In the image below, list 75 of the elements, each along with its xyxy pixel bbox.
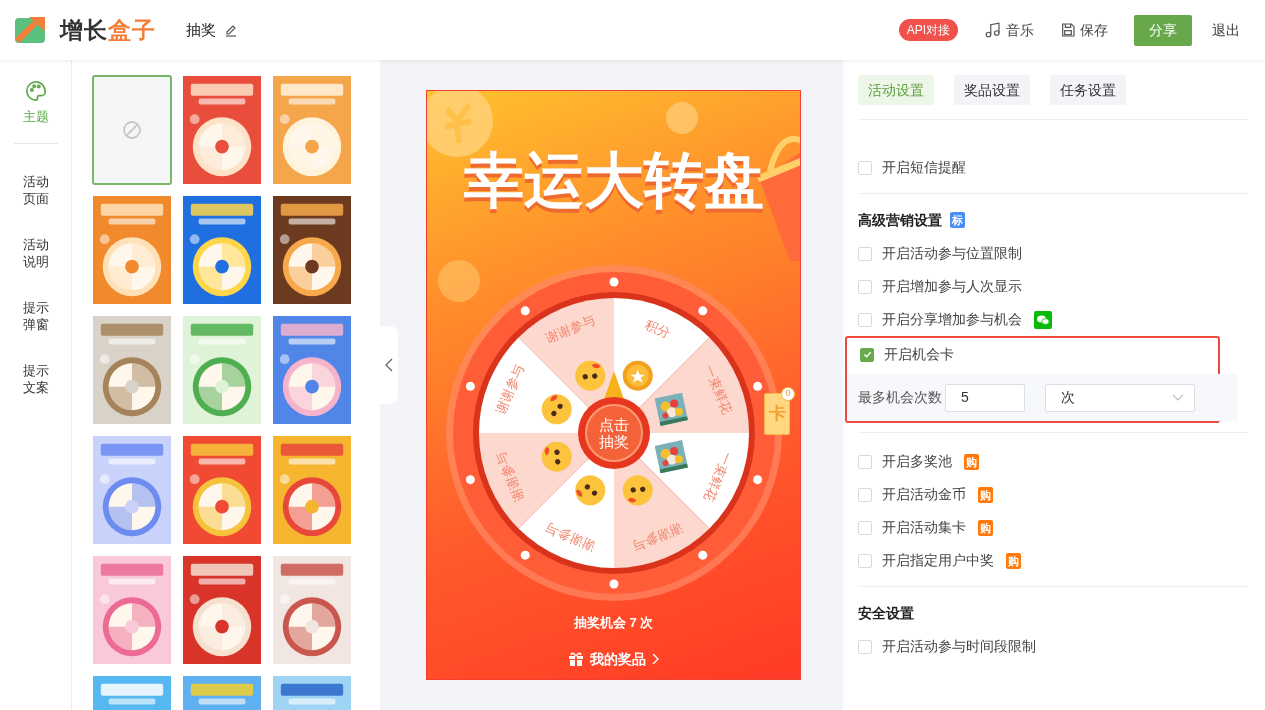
chevron-right-icon (651, 653, 660, 665)
collapse-tab[interactable] (380, 326, 398, 404)
smiley-icon (541, 394, 572, 425)
smiley-icon (541, 441, 572, 472)
save-button[interactable]: 保存 (1060, 19, 1108, 41)
logo-text: 增长盒子 (60, 15, 156, 45)
exit-button[interactable]: 退出 (1212, 19, 1240, 41)
chat-bubbles-icon (1034, 310, 1052, 329)
field-label: 最多机会次数 (858, 388, 942, 407)
segment-label: 一束鲜花 (701, 362, 735, 417)
chevron-left-icon (385, 358, 393, 372)
settings-tab[interactable]: 奖品设置 (954, 75, 1030, 105)
rim-light (697, 306, 707, 316)
option-label: 开启活动金币 (882, 485, 966, 504)
music-button[interactable]: 音乐 (984, 19, 1034, 41)
check-icon (862, 350, 872, 359)
sidebar-item[interactable]: 活动说明 (22, 236, 49, 270)
rim-light (697, 550, 707, 560)
chevron-down-icon (1172, 393, 1184, 402)
purchase-tag: 购 (1006, 552, 1021, 569)
unit-select[interactable]: 次 (1045, 383, 1195, 412)
segment-label: 谢谢参与 (543, 520, 598, 555)
rim-light (609, 277, 618, 287)
option-label: 开启短信提醒 (882, 158, 966, 177)
activity-title: 抽奖 (186, 19, 216, 40)
sidebar-item[interactable]: 活动页面 (22, 173, 49, 207)
option-label: 开启活动集卡 (882, 518, 966, 537)
card-count-badge: 0 (781, 387, 795, 401)
edit-icon[interactable] (224, 23, 238, 37)
option-label: 开启多奖池 (882, 452, 952, 471)
purchase-tag: 购 (978, 519, 993, 536)
smiley-icon (574, 360, 605, 391)
rim-light (520, 306, 530, 316)
palette-icon (24, 80, 47, 102)
standard-badge: 标 (950, 212, 965, 228)
chances-text: 抽奖机会 7 次 (573, 614, 654, 632)
smiley-icon (622, 475, 653, 506)
segment-label: 谢谢参与 (492, 449, 526, 504)
coin-drawing (437, 259, 481, 303)
sidebar-item[interactable]: 提示弹窗 (22, 299, 49, 333)
logo-icon (15, 17, 45, 43)
segment-label: 谢谢参与 (629, 520, 684, 555)
purchase-tag: 购 (964, 453, 979, 470)
blank-template[interactable] (92, 75, 172, 185)
rim-light (465, 475, 475, 485)
segment-label: 一束鲜花 (701, 449, 735, 504)
purchase-tag: 购 (978, 486, 993, 503)
api-badge[interactable]: API对接 (898, 19, 958, 41)
option-label: 开启机会卡 (884, 345, 954, 364)
rim-light (752, 381, 762, 391)
option-label: 开启指定用户中奖 (882, 551, 994, 570)
section-title: 高级营销设置 (858, 210, 942, 230)
coin-drawing (665, 101, 699, 135)
option-label: 开启活动参与时间段限制 (882, 637, 1036, 656)
option-label: 开启分享增加参与机会 (882, 310, 1022, 329)
segment-label: 积分 (641, 316, 672, 341)
game-title: 幸运大转盘 (463, 149, 764, 213)
rim-light (520, 550, 530, 560)
ban-icon (122, 120, 142, 140)
option-label: 开启活动参与位置限制 (882, 244, 1022, 263)
settings-tab[interactable]: 任务设置 (1050, 75, 1126, 105)
coin-icon (622, 360, 653, 391)
count-input[interactable]: 5 (945, 383, 1025, 412)
gift-icon (567, 651, 584, 667)
checkbox[interactable] (860, 347, 874, 362)
music-note-icon (984, 21, 1002, 39)
sidebar-item[interactable]: 提示文案 (22, 362, 49, 396)
rim-light (609, 579, 618, 589)
section-title: 安全设置 (858, 603, 914, 623)
rim-light (752, 475, 762, 485)
smiley-icon (574, 475, 605, 506)
option-label: 开启增加参与人次显示 (882, 277, 1022, 296)
rim-light (465, 381, 475, 391)
segment-label: 谢谢参与 (492, 362, 526, 417)
segment-label: 谢谢参与 (543, 311, 598, 346)
